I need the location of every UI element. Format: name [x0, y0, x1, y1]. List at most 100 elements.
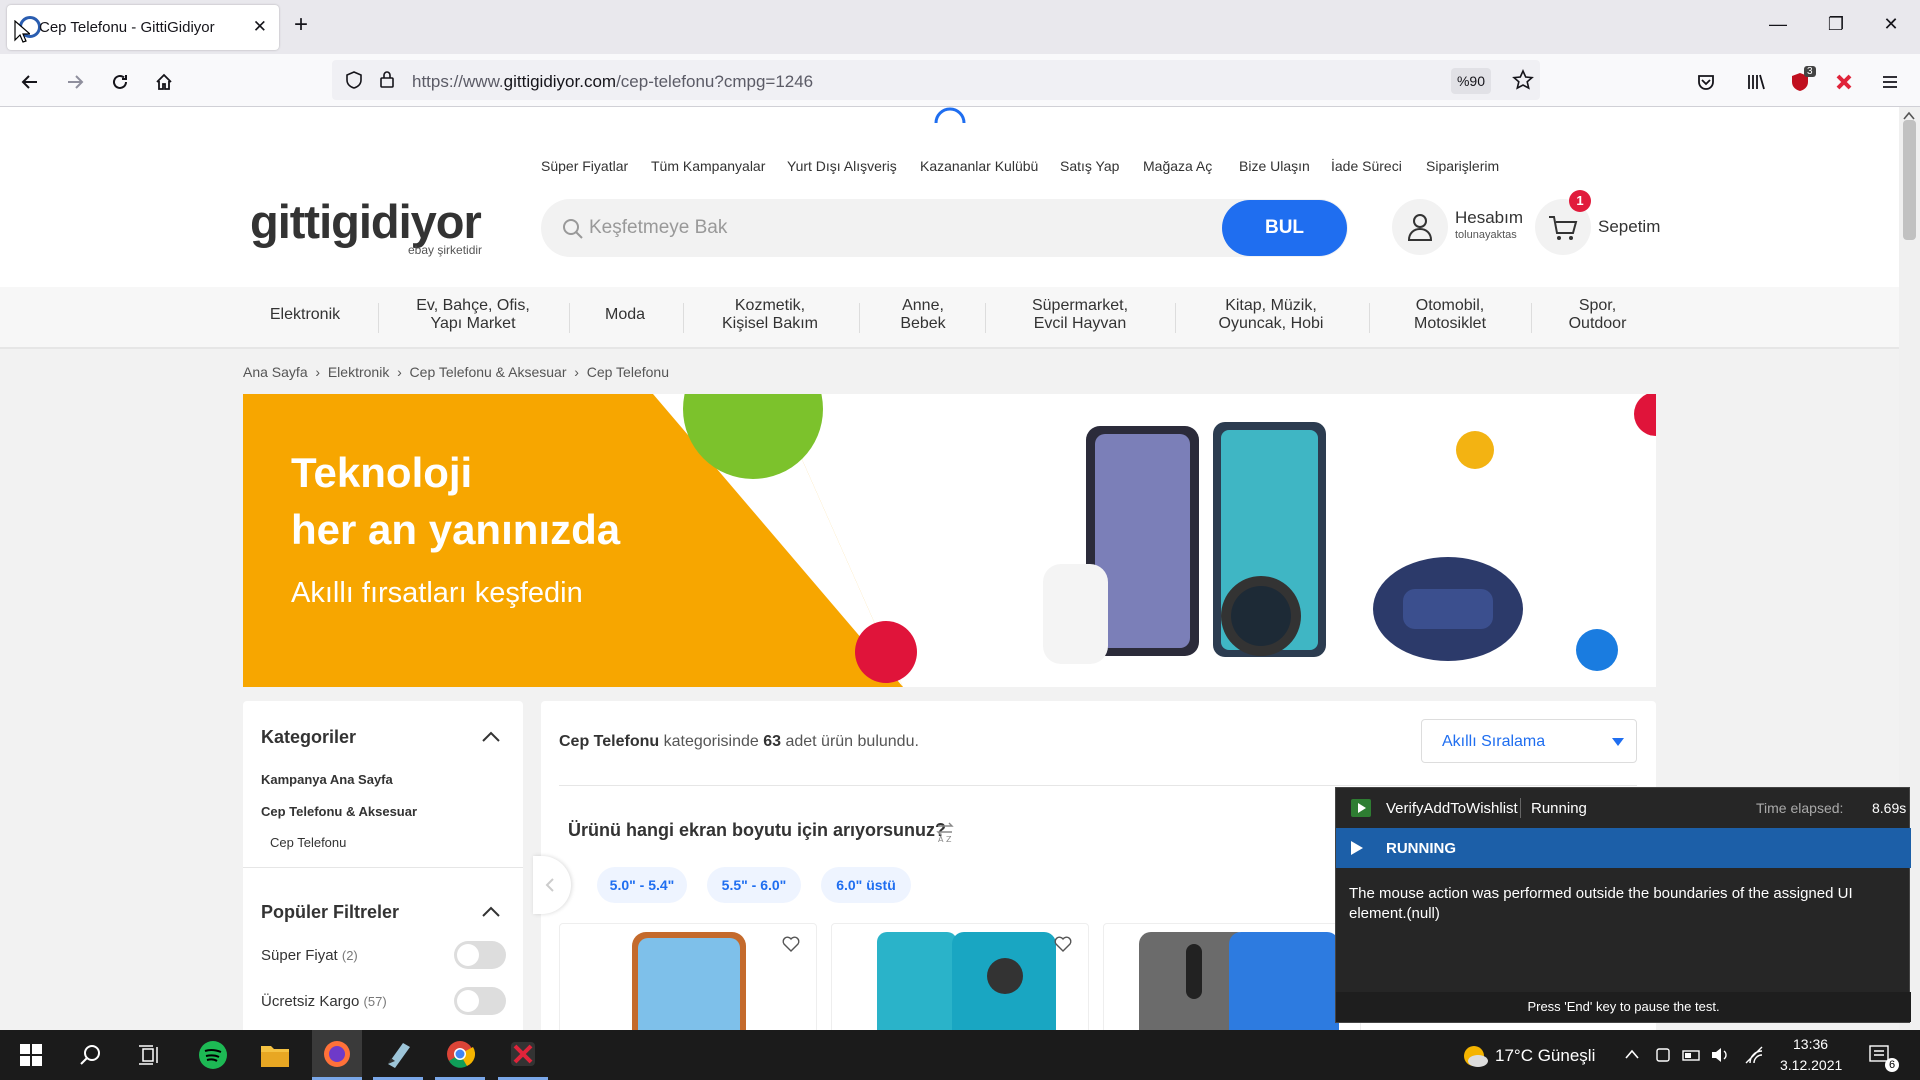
bookmark-star-icon[interactable]: [1512, 69, 1534, 91]
chevron-up-icon[interactable]: [481, 729, 501, 743]
filter-label: Süper Fiyat (2): [261, 947, 358, 964]
new-tab-button[interactable]: +: [294, 13, 308, 37]
running-label: RUNNING: [1386, 840, 1456, 857]
zoom-level-button[interactable]: %90: [1451, 68, 1491, 94]
breadcrumb-item[interactable]: Cep Telefonu: [587, 364, 669, 380]
category-item[interactable]: Anne, Bebek: [880, 297, 966, 333]
tracking-protection-icon[interactable]: [344, 70, 364, 90]
category-link[interactable]: Cep Telefonu & Aksesuar: [261, 804, 417, 819]
task-view-button[interactable]: [125, 1030, 175, 1080]
clock-date[interactable]: 3.12.2021: [1780, 1057, 1842, 1073]
chrome-app[interactable]: [435, 1030, 485, 1080]
top-link-bize-ulasin[interactable]: Bize Ulaşın: [1239, 158, 1310, 174]
screen-size-chip[interactable]: 5.5" - 6.0": [707, 867, 801, 903]
top-link-kazananlar[interactable]: Kazananlar Kulübü: [920, 158, 1038, 174]
banner-title-line-1: Teknoloji: [291, 449, 473, 496]
category-item[interactable]: Otomobil, Motosiklet: [1390, 297, 1510, 333]
clock-time[interactable]: 13:36: [1793, 1036, 1828, 1052]
spotify-app[interactable]: [188, 1030, 238, 1080]
promo-banner[interactable]: Teknoloji her an yanınızda Akıllı fırsat…: [243, 394, 1656, 687]
ucretsiz-kargo-toggle[interactable]: [454, 987, 506, 1015]
pocket-button[interactable]: [1690, 66, 1722, 98]
category-item[interactable]: Spor, Outdoor: [1550, 297, 1645, 333]
runner-message: The mouse action was performed outside t…: [1349, 885, 1853, 922]
ranorex-app[interactable]: [498, 1030, 548, 1080]
account-button[interactable]: [1392, 199, 1448, 255]
divider: [569, 303, 570, 333]
lock-icon[interactable]: [378, 69, 396, 89]
sort-dropdown[interactable]: Akıllı Sıralama: [1421, 719, 1637, 763]
menu-button[interactable]: [1874, 66, 1906, 98]
page-loading-spinner-icon: [934, 107, 966, 124]
url-text: https://www.gittigidiyor.com/cep-telefon…: [412, 72, 814, 91]
popular-filters-heading[interactable]: Popüler Filtreler: [261, 902, 399, 923]
screen-size-chip[interactable]: 6.0" üstü: [821, 867, 911, 903]
top-link-tum-kampanyalar[interactable]: Tüm Kampanyalar: [651, 158, 765, 174]
search-input[interactable]: Keşfetmeye Bak: [589, 217, 727, 239]
top-link-satis-yap[interactable]: Satış Yap: [1060, 158, 1119, 174]
ublock-extension-button[interactable]: 3: [1784, 66, 1816, 98]
category-link[interactable]: Kampanya Ana Sayfa: [261, 772, 393, 787]
windows-logo-icon: [20, 1044, 42, 1066]
close-window-button[interactable]: ✕: [1876, 14, 1906, 35]
show-hidden-icons-icon[interactable]: [1624, 1048, 1640, 1060]
minimize-button[interactable]: —: [1763, 14, 1793, 35]
top-link-yurt-disi[interactable]: Yurt Dışı Alışveriş: [787, 158, 897, 174]
search-taskbar-button[interactable]: [65, 1030, 115, 1080]
weather-sun-icon[interactable]: [1460, 1043, 1488, 1069]
back-button[interactable]: [14, 66, 46, 98]
x-extension-button[interactable]: [1828, 66, 1860, 98]
top-link-siparislerim[interactable]: Siparişlerim: [1426, 158, 1499, 174]
top-link-iade-sureci[interactable]: İade Süreci: [1331, 158, 1402, 174]
top-link-super-fiyatlar[interactable]: Süper Fiyatlar: [541, 158, 628, 174]
top-link-magaza-ac[interactable]: Mağaza Aç: [1143, 158, 1212, 174]
heart-icon[interactable]: [782, 936, 800, 952]
volume-icon[interactable]: [1710, 1046, 1730, 1064]
forward-button[interactable]: [59, 66, 91, 98]
browser-tab[interactable]: Cep Telefonu - GittiGidiyor ✕: [7, 5, 279, 50]
category-item[interactable]: Elektronik: [260, 306, 350, 324]
category-item[interactable]: Kozmetik, Kişisel Bakım: [700, 297, 840, 333]
product-card[interactable]: [559, 923, 817, 1030]
battery-icon[interactable]: [1682, 1047, 1702, 1063]
cart-label[interactable]: Sepetim: [1598, 217, 1660, 237]
reload-button[interactable]: [104, 66, 136, 98]
file-explorer-app[interactable]: [250, 1030, 300, 1080]
library-button[interactable]: [1740, 66, 1772, 98]
product-card[interactable]: [1103, 923, 1361, 1030]
category-item[interactable]: Kitap, Müzik, Oyuncak, Hobi: [1196, 297, 1346, 333]
tab-strip: Cep Telefonu - GittiGidiyor ✕ + — ❐ ✕: [0, 0, 1920, 54]
close-tab-icon[interactable]: ✕: [253, 17, 267, 37]
notepad-icon: [388, 1042, 410, 1068]
breadcrumb-item[interactable]: Cep Telefonu & Aksesuar: [410, 364, 567, 380]
sort-az-icon[interactable]: A Z: [936, 821, 956, 843]
super-fiyat-toggle[interactable]: [454, 941, 506, 969]
site-logo[interactable]: gittigidiyor: [250, 194, 482, 249]
category-nav: Elektronik Ev, Bahçe, Ofis, Yapı Market M…: [0, 287, 1899, 349]
category-item[interactable]: Moda: [590, 306, 660, 324]
category-item[interactable]: Ev, Bahçe, Ofis, Yapı Market: [398, 297, 548, 333]
breadcrumb-item[interactable]: Ana Sayfa: [243, 364, 308, 380]
wifi-icon[interactable]: [1744, 1045, 1764, 1065]
product-card[interactable]: [831, 923, 1089, 1030]
carousel-prev-button[interactable]: [533, 856, 571, 914]
device-icon[interactable]: [1654, 1046, 1672, 1064]
scrollbar-thumb[interactable]: [1903, 120, 1916, 240]
breadcrumb-item[interactable]: Elektronik: [328, 364, 389, 380]
restore-button[interactable]: ❐: [1821, 14, 1851, 35]
start-button[interactable]: [6, 1030, 56, 1080]
notepad-app[interactable]: [373, 1030, 423, 1080]
home-button[interactable]: [148, 66, 180, 98]
category-link[interactable]: Cep Telefonu: [270, 835, 346, 850]
firefox-app[interactable]: [312, 1030, 362, 1080]
weather-text[interactable]: 17°C Güneşli: [1495, 1046, 1595, 1066]
search-button[interactable]: BUL: [1222, 200, 1347, 256]
screen-size-chip[interactable]: 5.0" - 5.4": [597, 867, 687, 903]
heart-icon[interactable]: [1054, 936, 1072, 952]
categories-heading[interactable]: Kategoriler: [261, 727, 356, 748]
category-item[interactable]: Süpermarket, Evcil Hayvan: [1005, 297, 1155, 333]
cart-count-badge: 1: [1569, 190, 1591, 212]
chevron-up-icon[interactable]: [481, 904, 501, 918]
account-label[interactable]: Hesabım: [1455, 208, 1523, 228]
divider: [1175, 303, 1176, 333]
